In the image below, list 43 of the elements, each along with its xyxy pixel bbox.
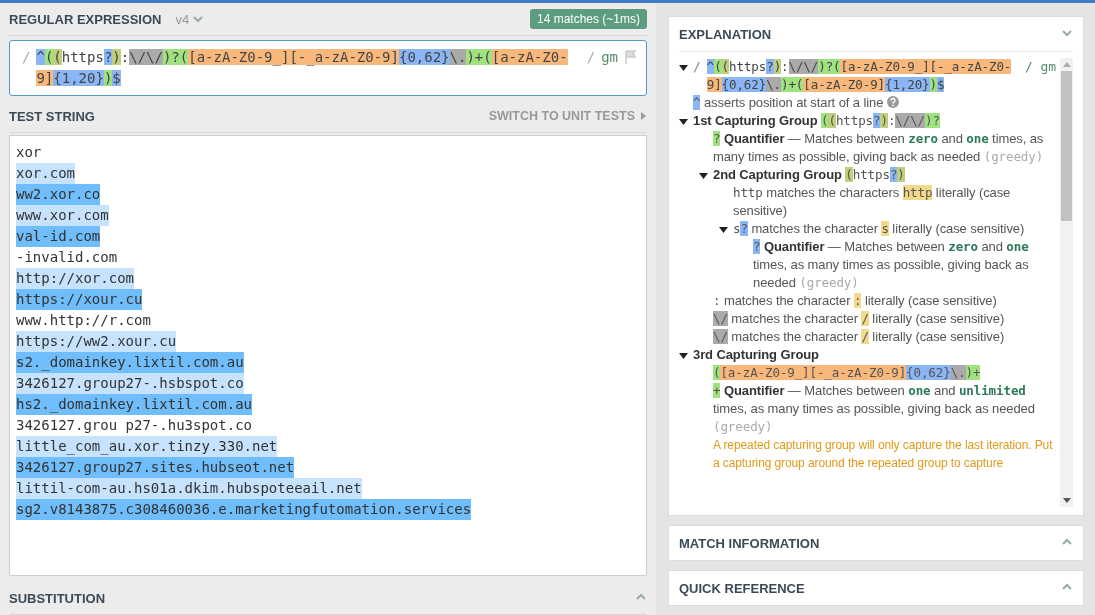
quick-reference-panel[interactable]: QUICK REFERENCE [668,570,1084,606]
test-line: -invalid.com [16,248,118,267]
section-title: REGULAR EXPRESSION [9,11,162,27]
section-title: QUICK REFERENCE [679,580,805,596]
test-line: www.http://r.com [16,311,151,330]
explanation-text: : matches the character : literally (case sensitive) [713,292,998,310]
regex-pattern: / ^((https?):\/\/)?([a-zA-Z0-9_][-_a-zA-Z0-9]{0,62}\.)+([a-zA-Z0-9]{1,20})$ / gm [693,58,1056,94]
explanation-text: ? Quantifier — Matches between zero and one times, as many times as possible, giving back as needed (greedy) [713,130,1045,166]
section-title: SUBSTITUTION [9,590,106,606]
explanation-text: \/ matches the character / literally (case sensitive) [713,328,1006,346]
scroll-up-icon[interactable] [1062,62,1071,67]
explanation-text: \/ matches the character / literally (case sensitive) [713,310,1006,328]
expanded-triangle-icon[interactable] [719,225,728,234]
section-title: TEST STRING [9,108,95,124]
caret-right-icon [639,111,647,121]
section-title: EXPLANATION [679,26,772,42]
expanded-triangle-icon[interactable] [679,63,688,72]
explanation-text: A repeated capturing group will only capture the last iteration. Put a capturing group around the repeated group to capture [713,437,1054,472]
explanation-text: + Quantifier — Matches between one and unlimited times, as many times as possible, giving back as needed (greedy) [713,382,1036,436]
scroll-down-icon[interactable] [1062,498,1071,503]
test-string-field[interactable] [9,135,647,576]
scrollbar[interactable] [1060,58,1073,507]
chevron-down-icon[interactable] [1061,27,1073,39]
flag-icon[interactable] [624,50,638,64]
expanded-triangle-icon[interactable] [699,171,708,180]
explanation-text: 2nd Capturing Group (https?) [713,166,906,184]
explanation-text: http matches the characters http literally (case sensitive) [733,184,1012,220]
help-icon[interactable] [887,96,900,108]
explanation-text: ^ asserts position at start of a line [693,95,884,110]
test-line: xor [16,143,42,162]
regex-input-field[interactable]: / ^((https?):\/\/)?([a-zA-Z0-9_][-_a-zA-Z0-9]{0,62}\.)+([a-zA-Z0-9]{1,20})$ / gm [9,40,647,96]
explanation-text: s? matches the character s literally (case sensitive) [733,220,1026,238]
test-line: 3426127.grou p27-.hu3spot.co [16,416,252,435]
match-information-panel[interactable]: MATCH INFORMATION [668,525,1084,561]
explanation-text: 1st Capturing Group ((https?):\/\/)? [693,112,941,130]
match-count-badge: 14 matches (~1ms) [529,9,647,29]
expanded-triangle-icon[interactable] [679,351,688,360]
chevron-down-icon[interactable] [192,13,205,25]
expanded-triangle-icon[interactable] [679,117,688,126]
section-title: MATCH INFORMATION [679,535,820,551]
explanation-text: ? Quantifier — Matches between zero and one times, as many times as possible, giving back as needed (greedy) [753,238,1030,292]
explanation-text: 3rd Capturing Group [693,346,820,364]
explanation-text: ([a-zA-Z0-9_][-_a-zA-Z0-9]{0,62}\.)+ [713,364,982,382]
